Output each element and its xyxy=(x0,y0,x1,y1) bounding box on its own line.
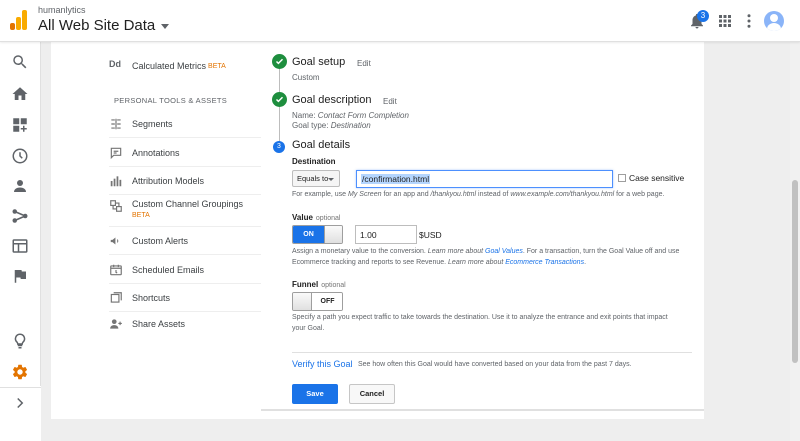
goal-editor-panel: Goal setup Edit Custom Goal description … xyxy=(261,42,704,419)
nav-item-label: Calculated Metrics xyxy=(132,61,207,71)
top-bar: humanlytics All Web Site Data 3 xyxy=(0,0,800,42)
megaphone-icon xyxy=(110,237,119,244)
nav-item-label: Custom Alerts xyxy=(132,235,189,246)
goal-description-edit-link[interactable]: Edit xyxy=(383,97,397,106)
channel-groupings-icon xyxy=(110,200,122,212)
destination-help-text: For example, use My Screen for an app an… xyxy=(292,191,665,198)
destination-input[interactable]: /confirmation.html xyxy=(356,170,613,188)
funnel-toggle[interactable]: OFF xyxy=(292,292,343,311)
expand-icon[interactable] xyxy=(11,394,29,412)
nav-item-label: Share Assets xyxy=(132,319,186,329)
nav-item-share-assets[interactable]: Share Assets xyxy=(109,310,261,338)
notification-badge: 3 xyxy=(697,10,709,22)
behavior-icon[interactable] xyxy=(11,237,29,255)
goal-name: Name: Contact Form Completion xyxy=(292,111,409,120)
conversions-icon[interactable] xyxy=(11,267,29,285)
goal-setup-edit-link[interactable]: Edit xyxy=(357,59,371,68)
section-title: PERSONAL TOOLS & ASSETS xyxy=(114,96,228,105)
nav-item-calculated-metrics[interactable]: Dd Calculated Metrics BETA xyxy=(109,52,261,80)
nav-item-label: Scheduled Emails xyxy=(132,264,205,275)
goal-setup-value: Custom xyxy=(292,73,320,82)
nav-item-label: Attribution Models xyxy=(132,175,205,186)
nav-item-label: Annotations xyxy=(132,147,180,158)
save-button[interactable]: Save xyxy=(292,384,338,404)
attribution-icon xyxy=(110,175,122,186)
beta-badge: BETA xyxy=(208,62,226,70)
property-selector[interactable]: All Web Site Data xyxy=(38,17,170,34)
beta-badge: BETA xyxy=(132,212,150,219)
nav-item-shortcuts[interactable]: Shortcuts xyxy=(109,284,261,312)
goal-setup-title: Goal setup xyxy=(292,56,346,68)
goal-description-title: Goal description xyxy=(292,94,372,106)
value-amount-input[interactable]: 1.00 xyxy=(355,225,417,244)
shortcuts-icon xyxy=(110,291,122,303)
check-icon xyxy=(272,92,287,107)
acquisition-icon[interactable] xyxy=(11,207,29,225)
nav-item-custom-alerts[interactable]: Custom Alerts xyxy=(109,227,261,255)
verify-goal-description: See how often this Goal would have conve… xyxy=(358,361,632,368)
search-icon[interactable] xyxy=(11,53,29,71)
more-vert-icon[interactable] xyxy=(740,12,758,30)
segments-icon xyxy=(111,118,121,129)
annotations-icon xyxy=(110,147,122,159)
scheduled-emails-icon xyxy=(110,264,122,275)
customization-icon[interactable] xyxy=(11,116,29,134)
funnel-help-text: Specify a path you expect traffic to tak… xyxy=(292,314,668,332)
nav-item-label: Shortcuts xyxy=(132,292,171,303)
analytics-logo[interactable] xyxy=(10,10,28,30)
step-number-badge: 3 xyxy=(273,141,285,153)
avatar[interactable] xyxy=(764,11,784,31)
left-rail xyxy=(0,42,41,441)
goal-values-link[interactable]: Goal Values xyxy=(485,248,523,255)
caret-down-icon xyxy=(328,178,334,181)
realtime-icon[interactable] xyxy=(11,147,29,165)
value-label: Value optional xyxy=(292,213,341,222)
case-sensitive-checkbox[interactable] xyxy=(618,174,626,182)
share-assets-icon xyxy=(110,319,122,329)
scrollbar-thumb[interactable] xyxy=(792,180,798,363)
verify-goal-link[interactable]: Verify this Goal xyxy=(292,359,353,369)
case-sensitive-label: Case sensitive xyxy=(629,173,685,183)
discover-icon[interactable] xyxy=(11,332,29,350)
home-icon[interactable] xyxy=(11,85,29,103)
nav-item-label: Segments xyxy=(132,118,173,129)
property-name: All Web Site Data xyxy=(38,17,156,34)
audience-icon[interactable] xyxy=(11,177,29,195)
destination-label: Destination xyxy=(292,157,336,166)
ecommerce-transactions-link[interactable]: Ecommerce Transactions xyxy=(505,259,584,266)
nav-item-scheduled-emails[interactable]: Scheduled Emails xyxy=(109,256,261,284)
admin-nav-panel: Dd Calculated Metrics BETA PERSONAL TOOLS… xyxy=(51,42,261,419)
apps-grid-icon[interactable] xyxy=(716,12,734,30)
check-icon xyxy=(272,54,287,69)
value-help-text: Assign a monetary value to the conversio… xyxy=(292,248,680,266)
nav-item-annotations[interactable]: Annotations xyxy=(109,139,261,167)
funnel-label: Funnel optional xyxy=(292,280,346,289)
goal-details-title: Goal details xyxy=(292,139,351,151)
nav-item-attribution-models[interactable]: Attribution Models xyxy=(109,167,261,195)
match-type-select[interactable]: Equals to xyxy=(292,170,340,187)
nav-item-label: Custom Channel Groupings xyxy=(132,199,244,209)
value-toggle[interactable]: ON xyxy=(292,225,343,244)
dd-icon: Dd xyxy=(109,59,121,69)
caret-down-icon xyxy=(161,23,170,29)
admin-icon[interactable] xyxy=(11,363,29,381)
cancel-button[interactable]: Cancel xyxy=(349,384,395,404)
nav-item-segments[interactable]: Segments xyxy=(109,110,261,138)
currency-label: $USD xyxy=(419,230,442,240)
divider xyxy=(292,352,692,353)
account-name[interactable]: humanlytics xyxy=(38,5,86,15)
goal-type: Goal type: Destination xyxy=(292,121,371,130)
nav-item-custom-channel-groupings[interactable]: Custom Channel Groupings BETA xyxy=(109,195,261,227)
